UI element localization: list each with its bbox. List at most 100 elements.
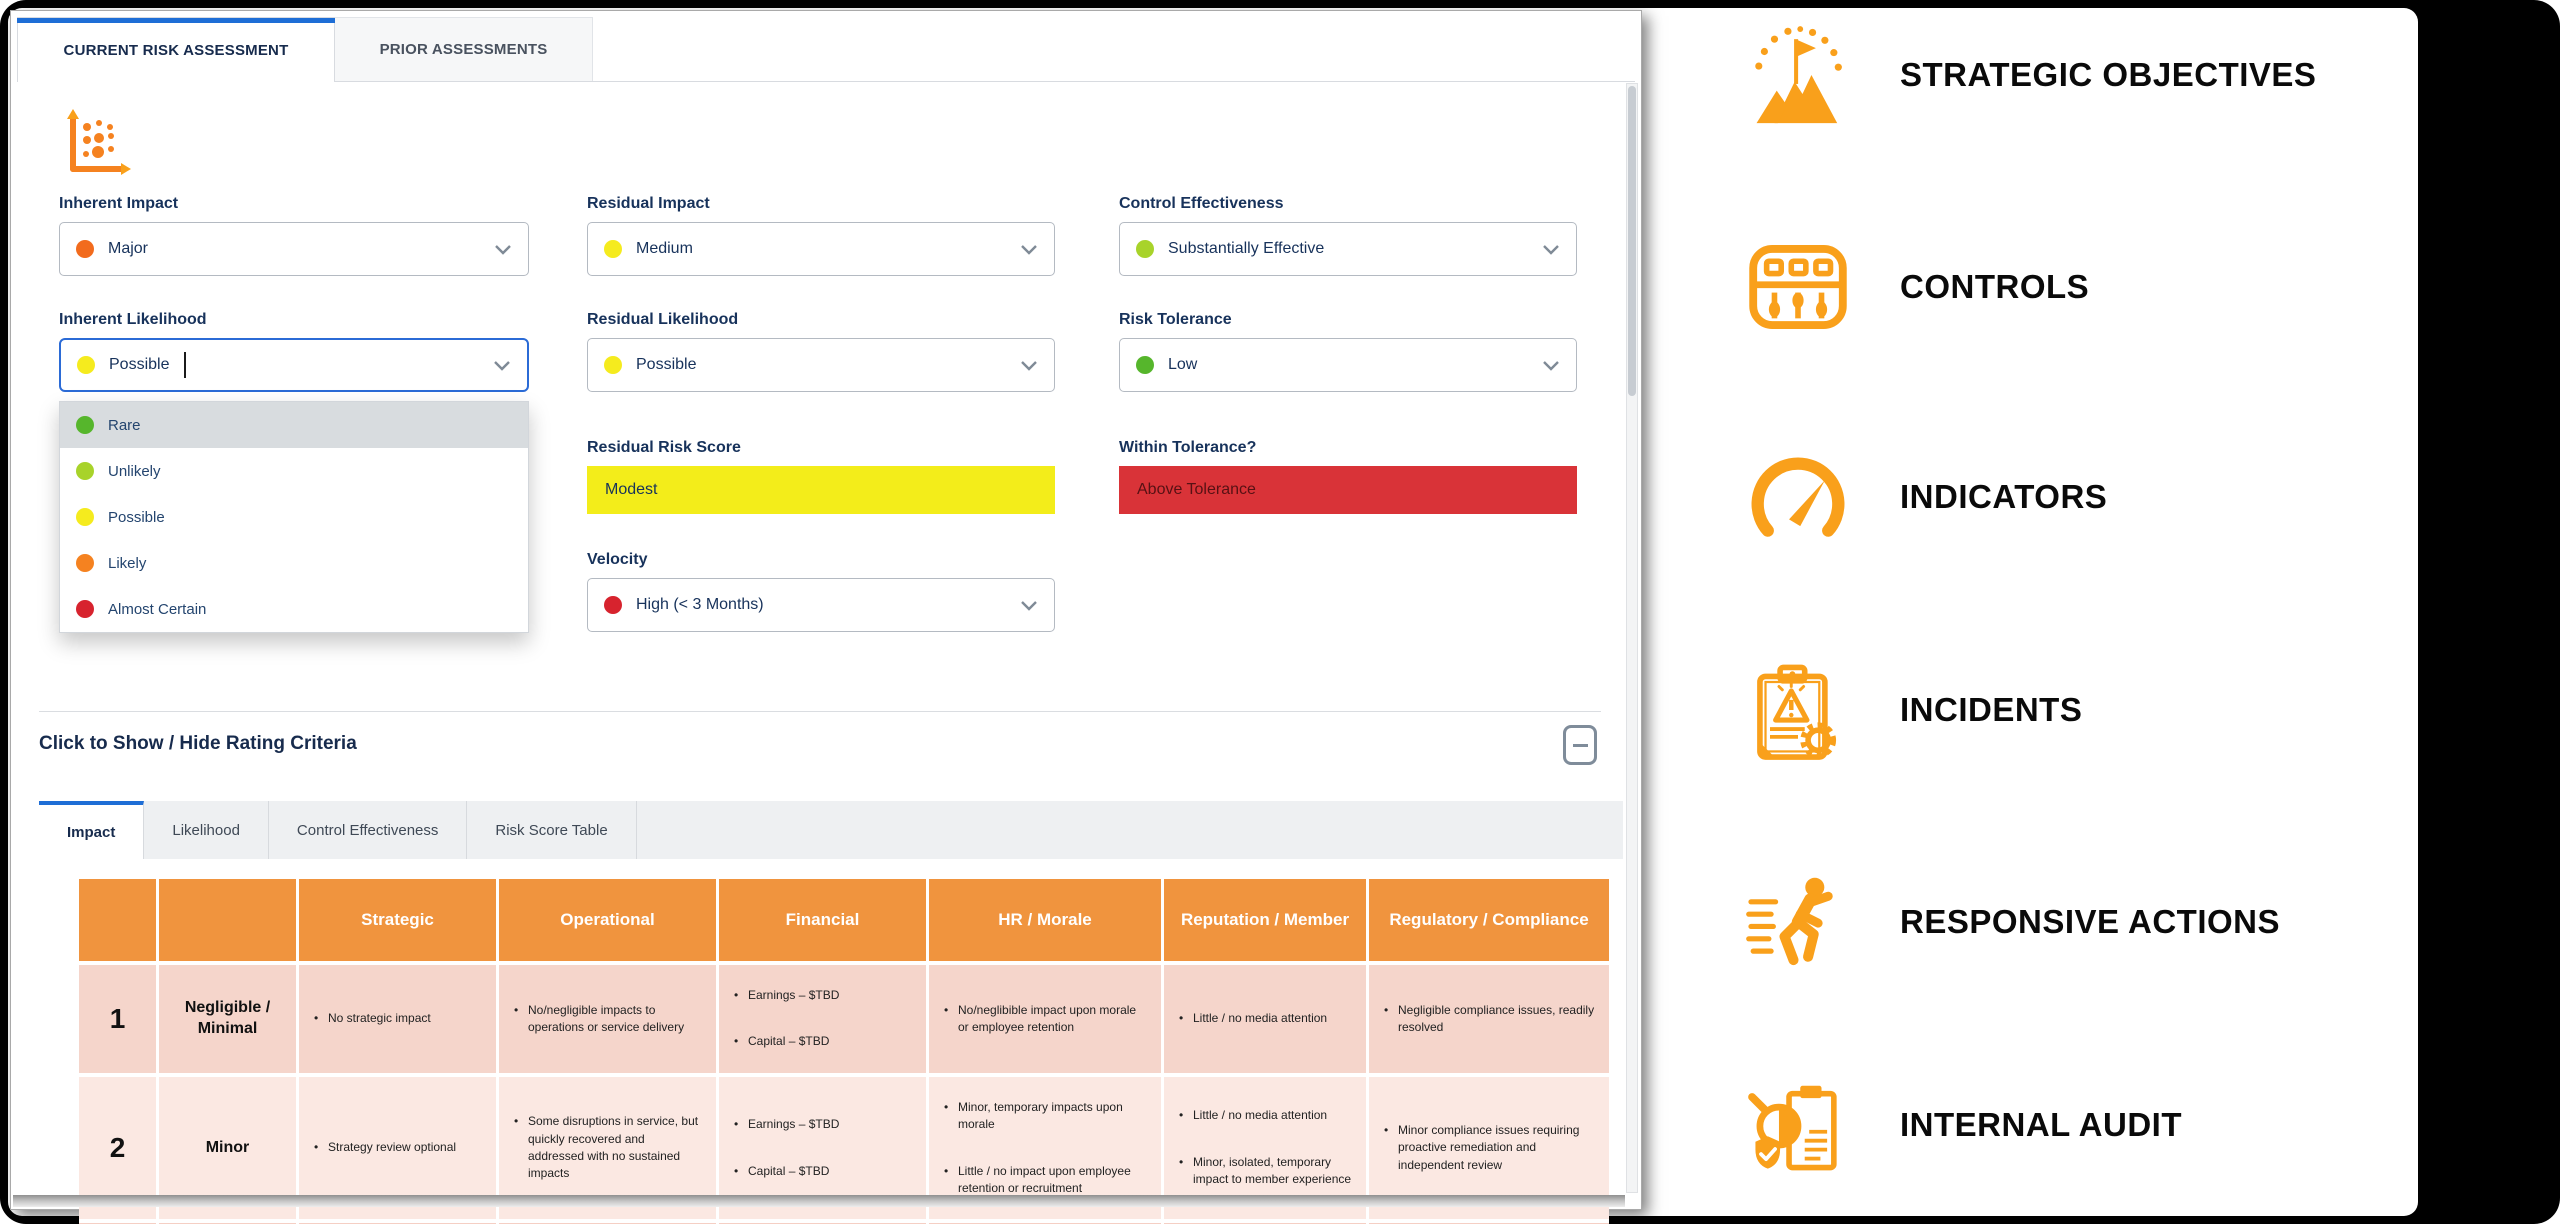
running-person-icon	[1742, 866, 1854, 978]
status-dot	[76, 600, 94, 618]
scrollbar-thumb[interactable]	[1628, 86, 1636, 396]
column-header: Strategic	[299, 879, 499, 965]
menu-item-indicators[interactable]: INDICATORS	[1742, 439, 2107, 555]
module-menu: STRATEGIC OBJECTIVES CONTROLS	[1650, 8, 2418, 1216]
field-inherent-likelihood: Inherent Likelihood Possible Rare Unlike…	[59, 311, 529, 392]
table-header-row: Strategic Operational Financial HR / Mor…	[79, 879, 1609, 965]
screenshot-background: CURRENT RISK ASSESSMENT PRIOR ASSESSMENT…	[0, 0, 2560, 1224]
dropdown-option-possible[interactable]: Possible	[60, 494, 528, 540]
dropdown-option-almost-certain[interactable]: Almost Certain	[60, 586, 528, 632]
field-label: Velocity	[587, 551, 1055, 569]
tab-label: PRIOR ASSESSMENTS	[380, 41, 548, 58]
status-dot	[76, 554, 94, 572]
chevron-down-icon	[1020, 244, 1038, 255]
field-residual-likelihood: Residual Likelihood Possible	[587, 311, 1055, 392]
field-label: Inherent Impact	[59, 195, 529, 213]
dropdown-option-rare[interactable]: Rare	[60, 402, 528, 448]
chevron-down-icon	[1542, 244, 1560, 255]
residual-impact-select[interactable]: Medium	[587, 222, 1055, 276]
chevron-down-icon	[1020, 360, 1038, 371]
menu-item-responsive-actions[interactable]: RESPONSIVE ACTIONS	[1742, 864, 2280, 980]
row-number: 1	[79, 965, 159, 1077]
app-canvas: CURRENT RISK ASSESSMENT PRIOR ASSESSMENT…	[8, 8, 2418, 1216]
field-risk-tolerance: Risk Tolerance Low	[1119, 311, 1577, 392]
within-tolerance-banner: Above Tolerance	[1119, 466, 1577, 514]
menu-item-internal-audit[interactable]: INTERNAL AUDIT	[1742, 1067, 2182, 1183]
incident-clipboard-icon	[1742, 654, 1854, 766]
control-effectiveness-select[interactable]: Substantially Effective	[1119, 222, 1577, 276]
gauge-icon	[1742, 441, 1854, 553]
field-control-effectiveness: Control Effectiveness Substantially Effe…	[1119, 195, 1577, 276]
field-label: Within Tolerance?	[1119, 439, 1577, 457]
assessment-tabbar: CURRENT RISK ASSESSMENT PRIOR ASSESSMENT…	[17, 17, 1635, 82]
text-cursor	[184, 352, 186, 378]
cell-reputation-member: Little / no media attention	[1164, 965, 1369, 1077]
audit-magnifier-icon	[1742, 1069, 1854, 1181]
status-dot	[604, 596, 622, 614]
column-header: Operational	[499, 879, 719, 965]
tab-control-effectiveness[interactable]: Control Effectiveness	[269, 801, 467, 859]
mountain-flag-icon	[1742, 19, 1854, 131]
field-residual-risk-score: Residual Risk Score Modest	[587, 439, 1055, 514]
column-header: Financial	[719, 879, 929, 965]
status-dot	[1136, 240, 1154, 258]
menu-label: INDICATORS	[1900, 478, 2107, 516]
menu-item-controls[interactable]: CONTROLS	[1742, 229, 2089, 345]
status-dot	[1136, 356, 1154, 374]
chevron-down-icon	[1020, 600, 1038, 611]
minus-icon	[1573, 744, 1588, 747]
status-dot	[76, 240, 94, 258]
field-label: Risk Tolerance	[1119, 311, 1577, 329]
cell-financial: Earnings – $TBD Capital – $TBD	[719, 965, 929, 1077]
dropdown-option-likely[interactable]: Likely	[60, 540, 528, 586]
field-within-tolerance: Within Tolerance? Above Tolerance	[1119, 439, 1577, 514]
table-row: 1 Negligible / Minimal No strategic impa…	[79, 965, 1609, 1077]
vertical-scrollbar[interactable]	[1626, 83, 1638, 1193]
horizontal-scrollbar[interactable]	[13, 1195, 1625, 1207]
risk-assessment-panel: CURRENT RISK ASSESSMENT PRIOR ASSESSMENT…	[10, 10, 1642, 1210]
tab-prior-assessments[interactable]: PRIOR ASSESSMENTS	[335, 17, 593, 81]
column-header: Regulatory / Compliance	[1369, 879, 1609, 965]
risk-tolerance-select[interactable]: Low	[1119, 338, 1577, 392]
column-header	[159, 879, 299, 965]
status-dot	[76, 462, 94, 480]
tab-likelihood[interactable]: Likelihood	[144, 801, 269, 859]
velocity-select[interactable]: High (< 3 Months)	[587, 578, 1055, 632]
chevron-down-icon	[494, 244, 512, 255]
tab-impact[interactable]: Impact	[39, 801, 144, 859]
field-inherent-impact: Inherent Impact Major	[59, 195, 529, 276]
field-label: Inherent Likelihood	[59, 311, 529, 329]
menu-label: RESPONSIVE ACTIONS	[1900, 903, 2280, 941]
rating-criteria-header[interactable]: Click to Show / Hide Rating Criteria	[39, 733, 357, 755]
field-label: Control Effectiveness	[1119, 195, 1577, 213]
menu-label: STRATEGIC OBJECTIVES	[1900, 56, 2316, 94]
dropdown-option-unlikely[interactable]: Unlikely	[60, 448, 528, 494]
residual-risk-score-banner: Modest	[587, 466, 1055, 514]
tab-risk-score-table[interactable]: Risk Score Table	[467, 801, 636, 859]
field-residual-impact: Residual Impact Medium	[587, 195, 1055, 276]
control-panel-icon	[1742, 231, 1854, 343]
chevron-down-icon	[493, 360, 511, 371]
inherent-likelihood-combobox[interactable]: Possible	[59, 338, 529, 392]
cell-hr-morale: No/neglibible impact upon morale or empl…	[929, 965, 1164, 1077]
field-label: Residual Impact	[587, 195, 1055, 213]
menu-item-incidents[interactable]: INCIDENTS	[1742, 652, 2082, 768]
status-dot	[76, 508, 94, 526]
cell-regulatory-compliance: Negligible compliance issues, readily re…	[1369, 965, 1609, 1077]
row-name: Negligible / Minimal	[159, 965, 299, 1077]
criteria-tabbar: Impact Likelihood Control Effectiveness …	[39, 801, 1623, 859]
section-divider	[39, 711, 1601, 712]
column-header: Reputation / Member	[1164, 879, 1369, 965]
menu-item-strategic-objectives[interactable]: STRATEGIC OBJECTIVES	[1742, 17, 2316, 133]
tab-current-risk-assessment[interactable]: CURRENT RISK ASSESSMENT	[17, 17, 335, 82]
column-header	[79, 879, 159, 965]
column-header: HR / Morale	[929, 879, 1164, 965]
residual-likelihood-select[interactable]: Possible	[587, 338, 1055, 392]
scatter-plot-icon	[59, 107, 135, 183]
field-label: Residual Risk Score	[587, 439, 1055, 457]
inherent-impact-select[interactable]: Major	[59, 222, 529, 276]
collapse-criteria-button[interactable]	[1563, 725, 1597, 765]
status-dot	[604, 356, 622, 374]
status-dot	[76, 416, 94, 434]
field-velocity: Velocity High (< 3 Months)	[587, 551, 1055, 632]
